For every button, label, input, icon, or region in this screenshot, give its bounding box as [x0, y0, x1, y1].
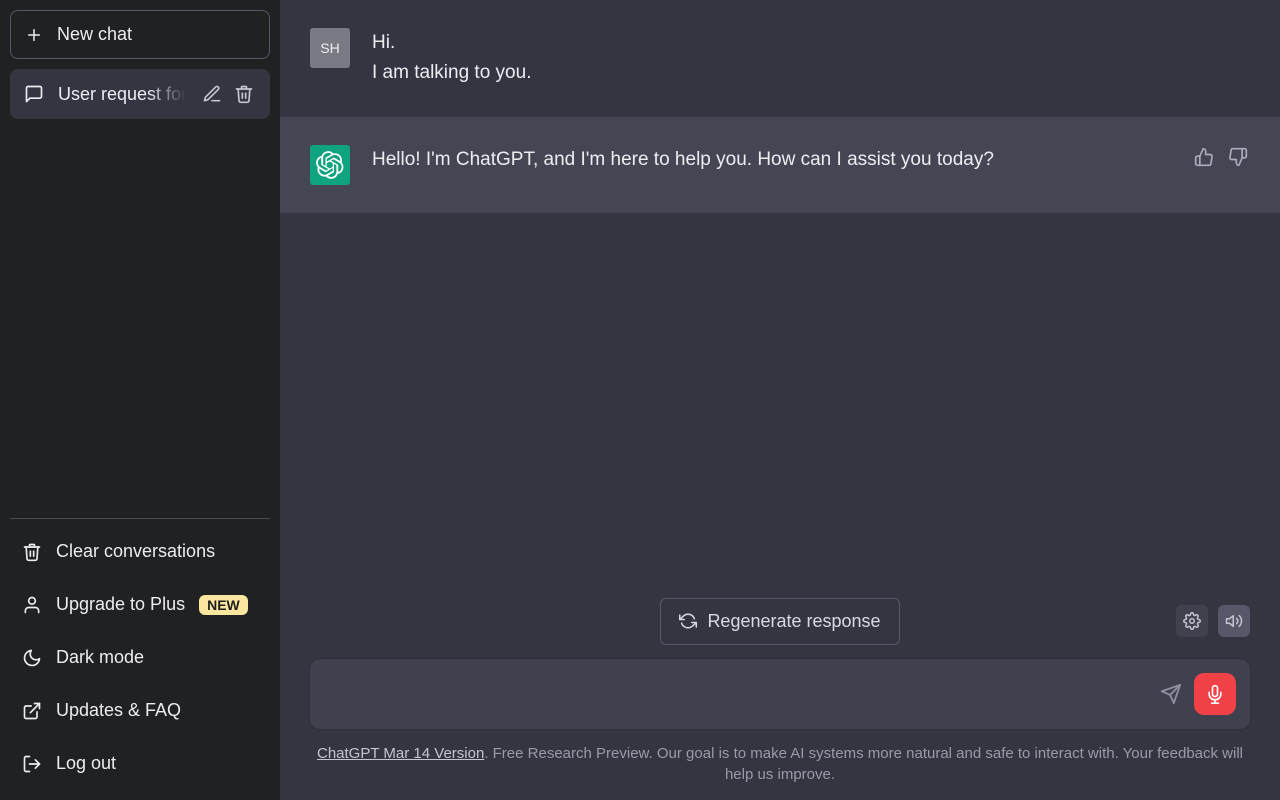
clear-conversations-button[interactable]: Clear conversations: [10, 525, 270, 578]
speaker-button[interactable]: [1218, 605, 1250, 637]
logout-label: Log out: [56, 753, 116, 774]
sidebar: New chat User request for: [0, 0, 280, 800]
upgrade-button[interactable]: Upgrade to Plus NEW: [10, 578, 270, 631]
regenerate-button[interactable]: Regenerate response: [660, 598, 899, 645]
thumbs-down-button[interactable]: [1226, 145, 1250, 169]
main: SH Hi. I am talking to you. Hello! I'm C…: [280, 0, 1280, 800]
speaker-icon: [1225, 612, 1243, 630]
trash-icon: [22, 542, 42, 562]
conversation-item[interactable]: User request for: [10, 69, 270, 119]
moon-icon: [22, 648, 42, 668]
assistant-avatar: [310, 145, 350, 185]
thumbs-up-button[interactable]: [1192, 145, 1216, 169]
user-message-body: Hi. I am talking to you.: [372, 28, 1250, 89]
microphone-button[interactable]: [1194, 673, 1236, 715]
new-chat-button[interactable]: New chat: [10, 10, 270, 59]
clear-label: Clear conversations: [56, 541, 215, 562]
assistant-message-body: Hello! I'm ChatGPT, and I'm here to help…: [372, 145, 1170, 185]
dark-mode-button[interactable]: Dark mode: [10, 631, 270, 684]
user-avatar: SH: [310, 28, 350, 68]
plus-icon: [25, 26, 43, 44]
assistant-text: Hello! I'm ChatGPT, and I'm here to help…: [372, 145, 1170, 175]
updates-label: Updates & FAQ: [56, 700, 181, 721]
conversation-list: User request for: [10, 69, 270, 119]
upgrade-label: Upgrade to Plus: [56, 594, 185, 615]
refresh-icon: [679, 612, 697, 630]
version-link[interactable]: ChatGPT Mar 14 Version: [317, 745, 484, 762]
new-chat-label: New chat: [57, 24, 132, 45]
edit-conversation-button[interactable]: [200, 82, 224, 106]
person-icon: [22, 595, 42, 615]
footer-note: ChatGPT Mar 14 Version. Free Research Pr…: [310, 743, 1250, 787]
logout-button[interactable]: Log out: [10, 737, 270, 790]
assistant-message: Hello! I'm ChatGPT, and I'm here to help…: [280, 117, 1280, 213]
chat-input-row: [310, 659, 1250, 729]
user-message: SH Hi. I am talking to you.: [280, 0, 1280, 117]
dark-mode-label: Dark mode: [56, 647, 144, 668]
user-text-line: I am talking to you.: [372, 58, 1250, 88]
trash-icon: [234, 84, 254, 104]
user-text-line: Hi.: [372, 28, 1250, 58]
new-badge: NEW: [199, 595, 248, 615]
delete-conversation-button[interactable]: [232, 82, 256, 106]
bottom-area: Regenerate response: [280, 598, 1280, 800]
chat-icon: [24, 84, 44, 104]
logout-icon: [22, 754, 42, 774]
thumbs-down-icon: [1228, 147, 1248, 167]
sidebar-footer: Clear conversations Upgrade to Plus NEW …: [10, 518, 270, 790]
chat-input[interactable]: [330, 680, 1148, 708]
external-link-icon: [22, 701, 42, 721]
regenerate-row: Regenerate response: [310, 598, 1250, 645]
send-icon: [1160, 683, 1182, 705]
message-actions: [1192, 145, 1250, 185]
updates-faq-button[interactable]: Updates & FAQ: [10, 684, 270, 737]
thumbs-up-icon: [1194, 147, 1214, 167]
send-button[interactable]: [1160, 683, 1182, 705]
conversation-title: User request for: [58, 84, 186, 105]
regenerate-label: Regenerate response: [707, 611, 880, 632]
footer-note-text: . Free Research Preview. Our goal is to …: [484, 745, 1243, 784]
message-list: SH Hi. I am talking to you. Hello! I'm C…: [280, 0, 1280, 598]
gear-icon: [1183, 612, 1201, 630]
pencil-icon: [202, 84, 222, 104]
microphone-icon: [1205, 684, 1225, 704]
settings-button[interactable]: [1176, 605, 1208, 637]
